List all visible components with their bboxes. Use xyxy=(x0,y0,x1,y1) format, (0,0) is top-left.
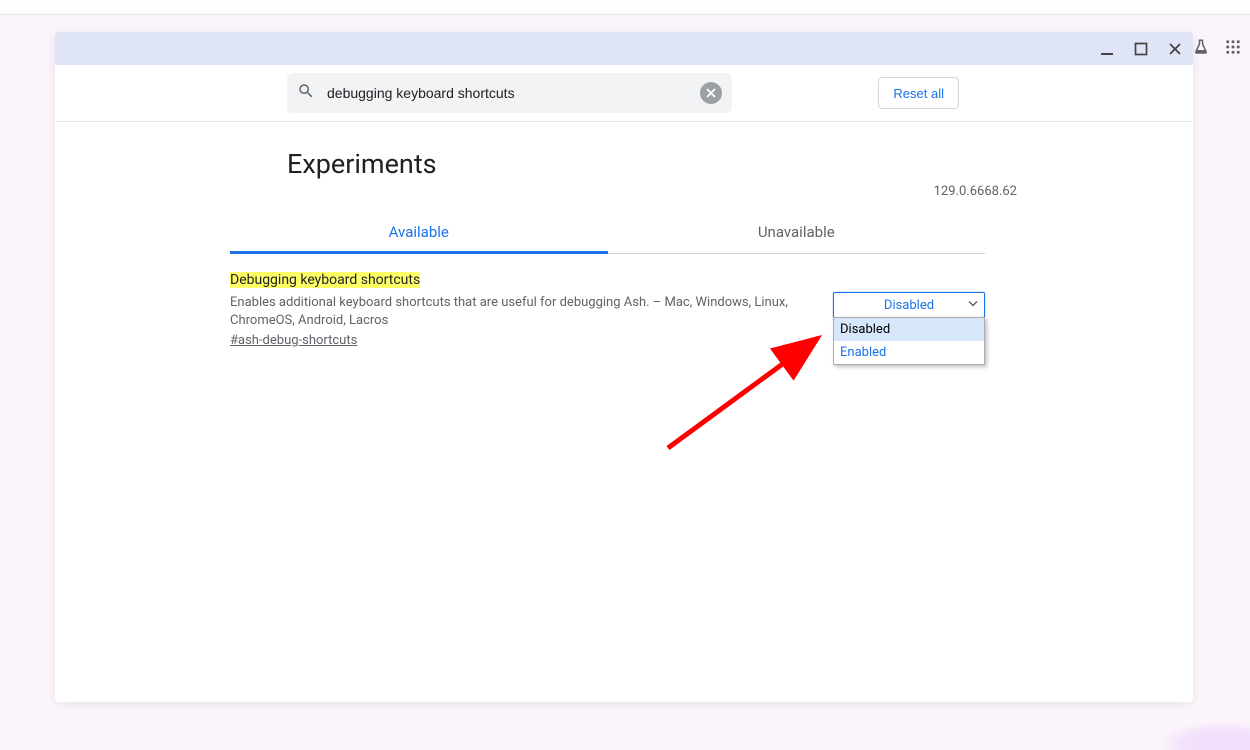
close-icon[interactable] xyxy=(1165,39,1185,59)
page-title: Experiments xyxy=(287,148,973,180)
flag-select-value: Disabled xyxy=(884,298,934,313)
tab-bar: Available Unavailable xyxy=(230,210,985,254)
search-box[interactable] xyxy=(287,73,732,113)
flag-select-dropdown[interactable]: Disabled Enabled xyxy=(833,317,985,365)
flag-option-disabled[interactable]: Disabled xyxy=(834,318,984,341)
content-area: Experiments 129.0.6668.62 Available Unav… xyxy=(55,122,1193,702)
flag-select-box[interactable]: Disabled xyxy=(833,292,985,318)
decorative-blob xyxy=(1160,722,1250,750)
window-titlebar xyxy=(55,32,1193,65)
tab-available[interactable]: Available xyxy=(230,210,608,253)
flag-select[interactable]: Disabled Disabled Enabled xyxy=(833,292,985,318)
header-row: Reset all xyxy=(55,65,1193,122)
flask-icon[interactable] xyxy=(1192,38,1210,60)
reset-all-button[interactable]: Reset all xyxy=(878,77,959,109)
maximize-icon[interactable] xyxy=(1131,39,1151,59)
browser-tab-strip xyxy=(0,0,1250,15)
flag-hash-link[interactable]: #ash-debug-shortcuts xyxy=(230,333,813,348)
flag-title: Debugging keyboard shortcuts xyxy=(230,272,420,288)
version-text: 129.0.6668.62 xyxy=(934,184,1017,199)
chevron-down-icon xyxy=(968,298,978,313)
flag-row: Debugging keyboard shortcuts Enables add… xyxy=(230,272,985,348)
flag-description: Enables additional keyboard shortcuts th… xyxy=(230,294,813,329)
shelf-icons xyxy=(1192,38,1242,60)
flags-window: Reset all Experiments 129.0.6668.62 Avai… xyxy=(55,32,1193,702)
minimize-icon[interactable] xyxy=(1097,39,1117,59)
tab-unavailable[interactable]: Unavailable xyxy=(608,210,986,253)
clear-search-icon[interactable] xyxy=(700,82,722,104)
flag-option-enabled[interactable]: Enabled xyxy=(834,341,984,364)
search-icon xyxy=(297,82,315,104)
apps-grid-icon[interactable] xyxy=(1224,38,1242,60)
search-input[interactable] xyxy=(325,84,690,102)
